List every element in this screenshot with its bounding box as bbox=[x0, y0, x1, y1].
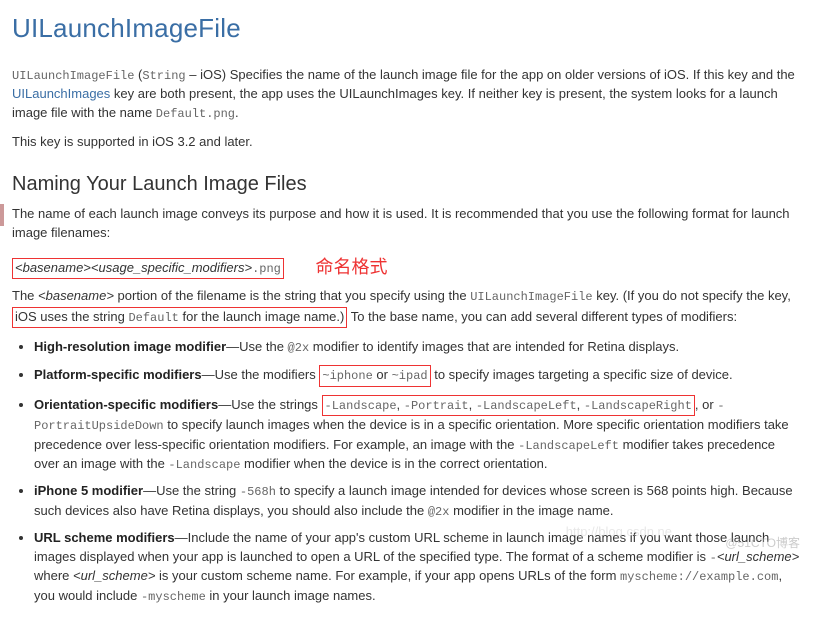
code-key: UILaunchImageFile bbox=[12, 69, 134, 83]
watermark-text: @51CTO博客 bbox=[725, 535, 800, 552]
section-heading: Naming Your Launch Image Files bbox=[12, 170, 802, 199]
sidebar-indicator bbox=[0, 204, 4, 226]
list-item: Orientation-specific modifiers—Use the s… bbox=[34, 395, 802, 475]
list-item: iPhone 5 modifier—Use the string -568h t… bbox=[34, 482, 802, 521]
watermark-url: http://blog.csdn.ne bbox=[566, 523, 672, 542]
format-line: <basename><usage_specific_modifiers>.png… bbox=[12, 253, 802, 279]
modifier-list: High-resolution image modifier—Use the @… bbox=[12, 338, 802, 606]
orientation-box: -Landscape, -Portrait, -LandscapeLeft, -… bbox=[322, 395, 695, 416]
uilaunchimages-link[interactable]: UILaunchImages bbox=[12, 86, 110, 101]
supported-line: This key is supported in iOS 3.2 and lat… bbox=[12, 133, 802, 152]
intro-paragraph: UILaunchImageFile (String – iOS) Specifi… bbox=[12, 66, 802, 124]
page-title: UILaunchImageFile bbox=[12, 10, 802, 48]
naming-intro: The name of each launch image conveys it… bbox=[12, 205, 802, 243]
default-box: iOS uses the string Default for the laun… bbox=[12, 307, 347, 328]
list-item: Platform-specific modifiers—Use the modi… bbox=[34, 365, 802, 386]
list-item: URL scheme modifiers—Include the name of… bbox=[34, 529, 802, 606]
basename-paragraph: The <basename> portion of the filename i… bbox=[12, 287, 802, 328]
format-box: <basename><usage_specific_modifiers>.png bbox=[12, 258, 284, 279]
list-item: High-resolution image modifier—Use the @… bbox=[34, 338, 802, 357]
platform-box: ~iphone or ~ipad bbox=[319, 365, 430, 386]
annotation-label: 命名格式 bbox=[316, 257, 388, 277]
